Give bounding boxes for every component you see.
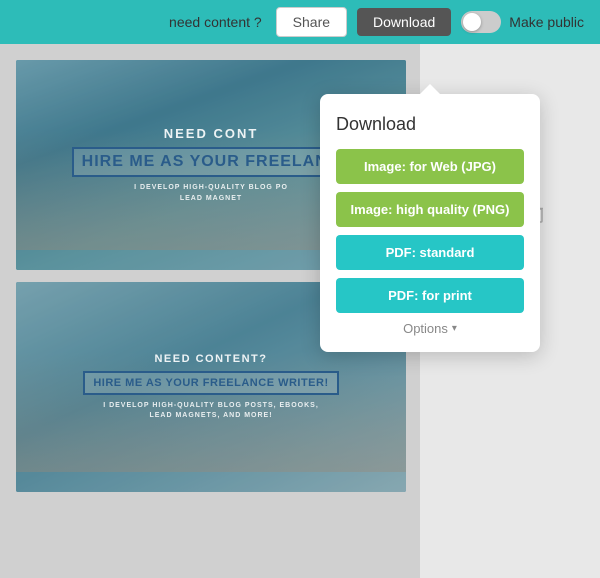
need-content-label: need content ? [169, 14, 262, 30]
download-dropdown: Download Image: for Web (JPG) Image: hig… [320, 94, 540, 352]
slide-1-sub-text2: LEAD MAGNET [72, 194, 351, 205]
share-button[interactable]: Share [276, 7, 347, 37]
slide-2-text: NEED CONTENT? HIRE ME AS YOUR FREELANCE … [83, 353, 338, 422]
slide-2-hire-me: HIRE ME AS YOUR FREELANCE WRITER! [83, 371, 338, 395]
download-dropdown-title: Download [336, 114, 524, 135]
make-public-toggle-container: Make public [461, 11, 584, 33]
download-png-button[interactable]: Image: high quality (PNG) [336, 192, 524, 227]
slide-1-need-content: NEED CONT [72, 126, 351, 141]
make-public-toggle[interactable] [461, 11, 501, 33]
main-content: NEED CONT HIRE ME AS YOUR FREELANC I DEV… [0, 44, 600, 578]
options-label: Options [403, 321, 448, 336]
slide-2-need-content: NEED CONTENT? [83, 353, 338, 365]
slide-1-text: NEED CONT HIRE ME AS YOUR FREELANC I DEV… [72, 126, 351, 204]
download-pdf-standard-button[interactable]: PDF: standard [336, 235, 524, 270]
options-link[interactable]: Options ▾ [336, 321, 524, 336]
slide-1-sub-text1: I DEVELOP HIGH-QUALITY BLOG PO [72, 183, 351, 194]
slide-1-hire-me: HIRE ME AS YOUR FREELANC [72, 147, 351, 177]
toggle-knob [463, 13, 481, 31]
chevron-down-icon: ▾ [452, 323, 457, 334]
slide-2-sub-text: I DEVELOP HIGH-QUALITY BLOG POSTS, EBOOK… [83, 401, 338, 422]
dropdown-arrow [420, 84, 440, 94]
download-button[interactable]: Download [357, 8, 451, 36]
make-public-label: Make public [509, 14, 584, 30]
download-pdf-print-button[interactable]: PDF: for print [336, 278, 524, 313]
toolbar: need content ? Share Download Make publi… [0, 0, 600, 44]
download-jpg-button[interactable]: Image: for Web (JPG) [336, 149, 524, 184]
